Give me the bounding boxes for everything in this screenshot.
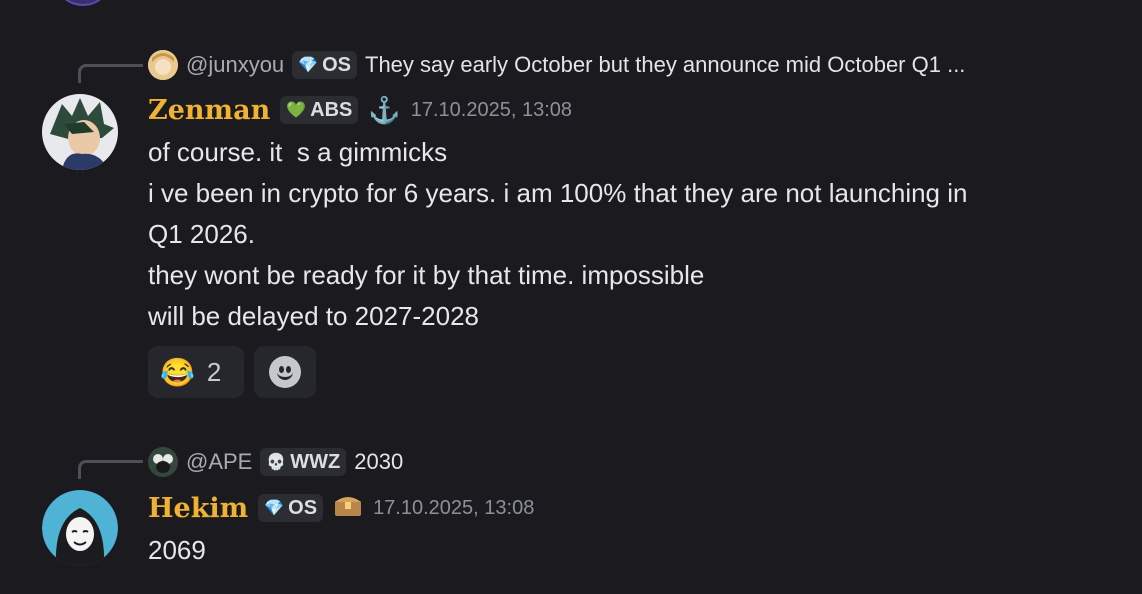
reply-username[interactable]: @junxyou	[186, 52, 284, 78]
message-line: Q1 2026.	[148, 219, 255, 249]
treasure-chest-icon[interactable]	[333, 492, 363, 525]
author-name[interactable]: Zenman	[148, 95, 270, 126]
author-name[interactable]: Hekim	[148, 493, 248, 524]
reaction-button[interactable]: 😂 2	[148, 346, 244, 398]
reply-avatar[interactable]	[148, 447, 178, 477]
message-header: Zenman 💚 ABS ⚓ 17.10.2025, 13:08	[148, 92, 572, 128]
skull-icon: 💀	[266, 454, 287, 471]
scrollbar-track[interactable]	[1128, 0, 1142, 594]
previous-message-avatar[interactable]	[58, 0, 108, 6]
add-reaction-icon	[269, 356, 301, 388]
reactions-bar: 😂 2	[148, 346, 316, 398]
diamond-icon: 💎	[264, 500, 285, 517]
anchor-icon[interactable]: ⚓	[368, 95, 400, 126]
timestamp[interactable]: 17.10.2025, 13:08	[373, 497, 534, 520]
reply-role-tag[interactable]: 💎 OS	[292, 51, 357, 79]
message-content: of course. it s a gimmicks i ve been in c…	[148, 132, 967, 337]
reply-avatar[interactable]	[148, 50, 178, 80]
avatar[interactable]	[42, 490, 118, 566]
reply-role-tag[interactable]: 💀 WWZ	[260, 448, 347, 476]
message-content: 2069	[148, 530, 206, 571]
add-reaction-button[interactable]	[254, 346, 316, 398]
reply-connector	[78, 460, 143, 479]
message-line: will be delayed to 2027-2028	[148, 301, 480, 331]
reply-text[interactable]: 2030	[354, 449, 403, 475]
message-line: 2069	[148, 535, 206, 565]
reply-tag-label: OS	[322, 53, 351, 76]
avatar[interactable]	[42, 94, 118, 170]
message-line: i ve been in crypto for 6 years. i am 10…	[148, 178, 968, 208]
reply-username[interactable]: @APE	[186, 449, 252, 475]
role-tag[interactable]: 💚 ABS	[280, 96, 359, 124]
role-tag-label: ABS	[310, 98, 353, 121]
green-heart-icon: 💚	[286, 102, 307, 119]
role-tag[interactable]: 💎 OS	[258, 494, 324, 522]
reply-connector	[78, 64, 143, 83]
reply-text[interactable]: They say early October but they announce…	[365, 52, 965, 78]
role-tag-label: OS	[288, 496, 318, 519]
message-line: they wont be ready for it by that time. …	[148, 260, 705, 290]
reply-preview[interactable]: @APE 💀 WWZ 2030	[148, 447, 403, 477]
message-line: of course. it s a gimmicks	[148, 137, 448, 167]
reply-tag-label: WWZ	[290, 450, 341, 473]
joy-emoji-icon: 😂	[160, 356, 195, 388]
reaction-count: 2	[206, 356, 222, 387]
diamond-icon: 💎	[298, 57, 319, 74]
reply-preview[interactable]: @junxyou 💎 OS They say early October but …	[148, 50, 965, 80]
message-header: Hekim 💎 OS 17.10.2025, 13:08	[148, 490, 534, 526]
timestamp[interactable]: 17.10.2025, 13:08	[411, 99, 572, 122]
